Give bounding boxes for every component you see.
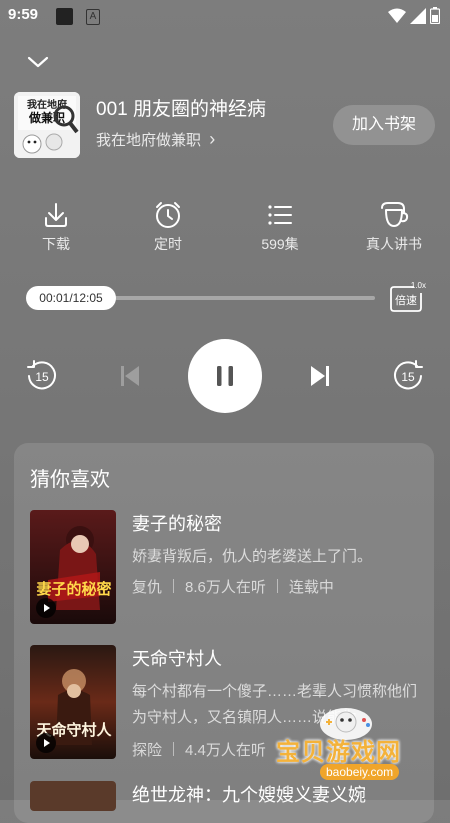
previous-episode-button[interactable]	[118, 364, 142, 393]
divider	[277, 579, 278, 593]
timer-label: 定时	[128, 234, 208, 254]
episode-count-label: 599集	[240, 234, 320, 254]
playback-speed-button[interactable]: 倍速 1.0x	[388, 284, 424, 314]
real-narrator-icon	[378, 200, 410, 230]
book-title-link[interactable]: 我在地府做兼职 ›	[96, 129, 215, 150]
add-to-shelf-button[interactable]: 加入书架	[333, 105, 435, 145]
cover-title-1: 妻子的秘密	[36, 580, 111, 598]
cellular-signal-icon	[410, 8, 426, 24]
recommend-item-meta: 探险 4.4万人在听	[132, 739, 266, 760]
notification-app-icon	[56, 8, 73, 25]
timer-icon	[153, 200, 183, 230]
speed-value: 1.0x	[411, 281, 426, 290]
cover-play-button[interactable]	[36, 733, 56, 753]
episode-title: 001 朋友圈的神经病	[96, 94, 266, 121]
speed-label: 倍速	[392, 292, 420, 308]
real-narrator-label: 真人讲书	[354, 234, 434, 254]
divider	[173, 579, 174, 593]
forward-seconds: 15	[401, 370, 415, 384]
skip-previous-icon	[118, 364, 142, 388]
progress-time-thumb[interactable]: 00:01/12:05	[26, 286, 116, 310]
download-icon	[41, 200, 71, 230]
recommend-item-title[interactable]: 妻子的秘密	[132, 510, 222, 536]
status-icons	[388, 7, 440, 24]
play-icon	[36, 733, 56, 753]
episode-list-button[interactable]: 599集	[240, 200, 320, 254]
status-time: 9:59	[8, 6, 38, 23]
book-cover[interactable]: 妻子的秘密	[30, 510, 116, 624]
download-label: 下载	[16, 234, 96, 254]
book-title[interactable]: 我在地府做兼职	[96, 132, 201, 149]
wifi-icon	[388, 8, 406, 24]
rewind-seconds: 15	[35, 370, 49, 384]
collapse-chevron-icon[interactable]	[26, 52, 50, 72]
album-cover[interactable]: 我在地府 做兼职	[14, 92, 80, 158]
battery-icon	[430, 7, 440, 24]
download-button[interactable]: 下载	[16, 200, 96, 254]
recommend-item-desc: 娇妻背叛后，仇人的老婆送上了门。	[132, 544, 422, 570]
item-listeners: 8.6万人在听	[185, 579, 266, 596]
recommend-title: 猜你喜欢	[30, 463, 110, 492]
play-icon	[36, 598, 56, 618]
status-bar: 9:59 A	[0, 0, 450, 32]
real-narrator-button[interactable]: 真人讲书	[354, 200, 434, 254]
forward-15-button[interactable]: 15	[390, 358, 426, 399]
notification-badge-icon: A	[86, 9, 100, 25]
recommend-item-meta: 复仇 8.6万人在听 连载中	[132, 576, 334, 597]
timer-button[interactable]: 定时	[128, 200, 208, 254]
recommend-item-title[interactable]: 天命守村人	[132, 645, 222, 671]
next-episode-button[interactable]	[308, 364, 332, 393]
item-tag: 探险	[132, 742, 162, 759]
book-cover[interactable]	[30, 781, 116, 811]
item-status: 连载中	[289, 579, 334, 596]
recommend-item[interactable]: 妻子的秘密 妻子的秘密 娇妻背叛后，仇人的老婆送上了门。 复仇 8.6万人在听 连载…	[30, 510, 420, 626]
album-art-image: 我在地府 做兼职	[14, 92, 80, 158]
pause-icon	[188, 339, 262, 413]
playlist-icon	[265, 200, 295, 230]
chevron-right-icon: ›	[209, 129, 215, 149]
rewind-15-button[interactable]: 15	[24, 358, 60, 399]
site-watermark: 宝贝游戏网 baobeiy.com	[270, 700, 430, 792]
watermark-url: baobeiy.com	[320, 764, 399, 780]
divider	[173, 742, 174, 756]
fast-forward-icon: 15	[390, 358, 426, 394]
item-tag: 复仇	[132, 579, 162, 596]
cover-play-button[interactable]	[36, 598, 56, 618]
book-cover[interactable]: 天命守村人	[30, 645, 116, 759]
item-listeners: 4.4万人在听	[185, 742, 266, 759]
pause-button[interactable]	[188, 339, 262, 413]
rewind-icon: 15	[24, 358, 60, 394]
watermark-text: 宝贝游戏网	[276, 732, 401, 767]
skip-next-icon	[308, 364, 332, 388]
